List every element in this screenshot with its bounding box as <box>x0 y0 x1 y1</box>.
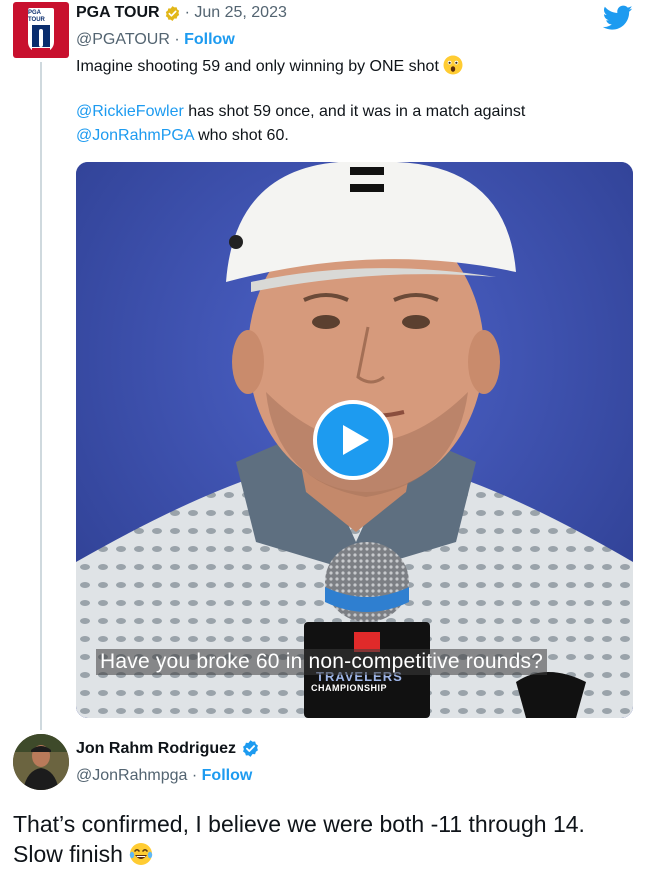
tears-of-joy-emoji-icon <box>129 843 153 865</box>
mention-rickiefowler-link[interactable]: @RickieFowler <box>76 103 184 120</box>
reply-author-handle[interactable]: @JonRahmpga <box>76 767 187 784</box>
author-name[interactable]: PGA TOUR <box>76 4 160 22</box>
sponsor-bottom-text: CHAMPIONSHIP <box>311 683 388 693</box>
tweet-text-line-2: @RickieFowler has shot 59 once, and it w… <box>76 101 525 123</box>
tweet-text-3: who shot 60. <box>193 127 289 144</box>
pga-logo-text: PGA TOUR <box>28 10 45 23</box>
reply-handle-row: @JonRahmpga · Follow <box>76 767 252 785</box>
handle-row: @PGATOUR · Follow <box>76 31 235 49</box>
play-button[interactable] <box>313 400 393 480</box>
reply-text-line-2: Slow finish <box>13 841 123 867</box>
reply-follow-button[interactable]: Follow <box>202 767 253 784</box>
verified-blue-badge-icon <box>243 740 258 757</box>
mention-jonrahmpga-link[interactable]: @JonRahmPGA <box>76 127 194 144</box>
reply-header: Jon Rahm Rodriguez <box>76 739 260 758</box>
handle-separator: · <box>169 31 185 48</box>
tweet-header: PGA TOUR · Jun 25, 2023 <box>76 4 287 22</box>
reply-text-line-2-wrap: Slow finish <box>13 839 585 869</box>
video-caption: Have you broke 60 in non-competitive rou… <box>96 649 548 675</box>
video-media[interactable]: TRAVELERS CHAMPIONSHIP Have you broke 60… <box>76 162 633 718</box>
reply-text-line-1: That’s confirmed, I believe we were both… <box>13 811 585 837</box>
verified-gold-badge-icon <box>165 5 179 21</box>
tweet-text-line-1: Imagine shooting 59 and only winning by … <box>76 55 463 78</box>
tweet-text-2: has shot 59 once, and it was in a match … <box>183 103 526 120</box>
pga-tour-avatar[interactable]: PGA TOUR <box>13 2 69 58</box>
avatar-photo <box>13 734 69 790</box>
author-handle[interactable]: @PGATOUR <box>76 31 170 48</box>
pga-tour-logo: PGA TOUR <box>28 8 54 52</box>
tweet-date[interactable]: · Jun 25, 2023 <box>185 4 287 22</box>
tweet-text-line-3: @JonRahmPGA who shot 60. <box>76 125 289 147</box>
reply-text: That’s confirmed, I believe we were both… <box>13 809 585 869</box>
thread-connector-line <box>40 62 42 730</box>
tweet-text-1: Imagine shooting 59 and only winning by … <box>76 58 439 75</box>
astonished-face-emoji-icon <box>443 55 463 75</box>
twitter-bird-icon[interactable] <box>603 5 633 31</box>
follow-button[interactable]: Follow <box>184 31 235 48</box>
play-icon <box>343 425 369 455</box>
reply-author-name[interactable]: Jon Rahm Rodriguez <box>76 740 236 758</box>
reply-handle-separator: · <box>187 767 202 784</box>
jon-rahm-avatar[interactable] <box>13 734 69 790</box>
